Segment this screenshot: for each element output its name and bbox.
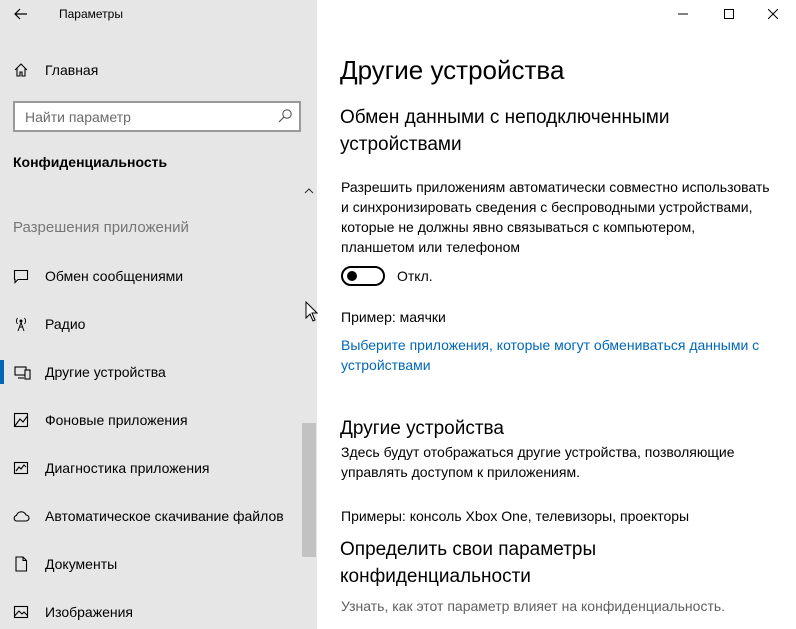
minimize-icon	[678, 13, 688, 15]
sidebar-item-label: Автоматическое скачивание файлов	[45, 508, 284, 524]
diagnostics-icon	[12, 459, 30, 477]
page-title: Другие устройства	[340, 55, 565, 85]
search-input[interactable]	[15, 103, 271, 130]
sidebar-item-other-devices[interactable]: Другие устройства	[0, 352, 300, 392]
search-icon[interactable]	[277, 108, 293, 124]
document-icon	[12, 555, 30, 573]
sidebar-item-documents[interactable]: Документы	[0, 544, 300, 584]
sync-heading: Обмен данными с неподключенными устройст…	[340, 107, 670, 155]
sidebar-item-label: Радио	[45, 316, 86, 332]
sidebar-item-auto-download[interactable]: Автоматическое скачивание файлов	[0, 496, 300, 536]
sidebar-item-label: Документы	[45, 556, 118, 572]
home-icon	[12, 61, 30, 79]
sidebar-item-label: Другие устройства	[45, 364, 166, 380]
image-icon	[12, 603, 30, 621]
message-icon	[12, 267, 30, 285]
titlebar-left: Параметры	[0, 0, 317, 30]
sidebar-item-label: Диагностика приложения	[45, 460, 210, 476]
toggle-knob	[347, 271, 357, 281]
sidebar: Параметры Главная Конфиденциальность Раз…	[0, 0, 317, 629]
maximize-icon	[724, 9, 734, 19]
other-devices-examples: Примеры: консоль Xbox One, телевизоры, п…	[341, 508, 690, 524]
search-box[interactable]	[13, 101, 301, 132]
sidebar-item-label: Изображения	[45, 604, 133, 620]
sidebar-item-diagnostics[interactable]: Диагностика приложения	[0, 448, 300, 488]
privacy-description: Узнать, как этот параметр влияет на конф…	[341, 598, 726, 614]
sidebar-home-label: Главная	[45, 62, 99, 78]
sidebar-item-images[interactable]: Изображения	[0, 592, 300, 629]
privacy-heading: Определить свои параметры конфиденциальн…	[340, 539, 597, 587]
other-devices-description: Здесь будут отображаться другие устройст…	[341, 444, 735, 480]
sidebar-scrollbar[interactable]	[302, 423, 316, 557]
chevron-up-icon[interactable]	[303, 184, 315, 196]
back-button[interactable]	[8, 2, 34, 26]
sync-description: Разрешить приложениям автоматически совм…	[341, 179, 770, 255]
section-heading: Конфиденциальность	[13, 154, 168, 170]
maximize-button[interactable]	[706, 0, 752, 28]
devices-icon	[14, 363, 32, 381]
mouse-cursor-icon	[305, 301, 318, 322]
main-content: Другие устройства Обмен данными с неподк…	[317, 0, 796, 629]
sidebar-item-label: Фоновые приложения	[45, 412, 188, 428]
sync-toggle[interactable]	[341, 266, 385, 286]
app-title: Параметры	[59, 7, 123, 21]
minimize-button[interactable]	[660, 0, 706, 28]
sidebar-item-messaging[interactable]: Обмен сообщениями	[0, 256, 300, 296]
other-devices-heading: Другие устройства	[340, 418, 504, 439]
group-heading: Разрешения приложений	[13, 219, 189, 236]
background-apps-icon	[12, 411, 30, 429]
choose-apps-link[interactable]: Выберите приложения, которые могут обмен…	[341, 335, 761, 375]
sidebar-item-label: Обмен сообщениями	[45, 268, 184, 284]
sidebar-item-radio[interactable]: Радио	[0, 304, 300, 344]
close-button[interactable]	[750, 0, 796, 28]
sync-example: Пример: маячки	[341, 309, 446, 325]
sync-toggle-label: Откл.	[397, 268, 433, 284]
sidebar-item-background-apps[interactable]: Фоновые приложения	[0, 400, 300, 440]
sidebar-item-home[interactable]: Главная	[0, 54, 300, 86]
radio-antenna-icon	[12, 315, 30, 333]
cloud-icon	[12, 507, 30, 525]
close-icon	[768, 9, 778, 19]
back-arrow-icon	[14, 8, 27, 20]
